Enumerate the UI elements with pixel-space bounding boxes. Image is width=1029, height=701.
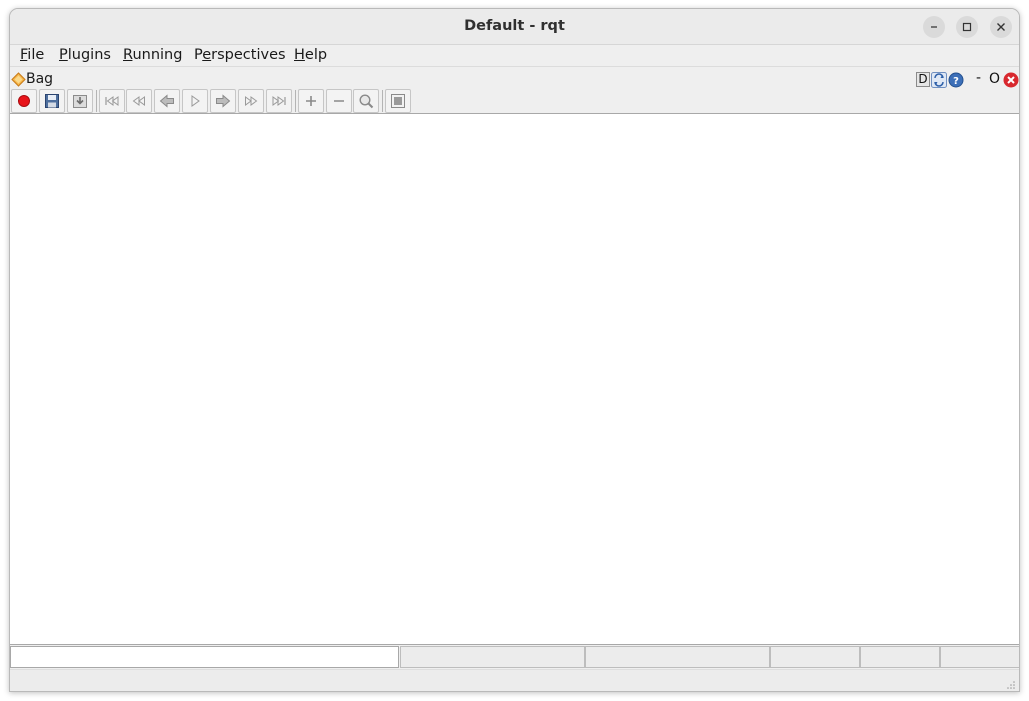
menu-help-label: elp <box>304 47 328 63</box>
menu-bar: File Plugins Running Perspectives Help <box>10 45 1019 67</box>
status-text-field[interactable] <box>10 646 399 668</box>
reload-icon[interactable] <box>931 72 947 88</box>
resize-grip-icon[interactable] <box>1006 680 1016 690</box>
zoom-in-button[interactable] <box>298 89 324 113</box>
menu-running[interactable]: Running <box>123 47 182 63</box>
float-plugin-button[interactable]: O <box>989 71 1000 87</box>
timeline-canvas[interactable] <box>10 113 1019 645</box>
plugin-title: Bag <box>26 71 54 87</box>
menu-help-mnemonic: H <box>294 47 305 63</box>
zoom-in-icon <box>306 96 316 106</box>
menu-plugins-label: lugins <box>67 47 111 63</box>
minimize-icon <box>931 26 937 28</box>
fast-forward-button[interactable] <box>238 89 264 113</box>
plugin-title-bar[interactable]: Bag D ? - O <box>10 68 1019 90</box>
svg-text:?: ? <box>953 76 959 87</box>
minimize-window-button[interactable] <box>923 16 945 38</box>
status-cell <box>860 646 940 668</box>
window-title: Default - rqt <box>464 18 565 34</box>
toolbar-separator <box>382 90 383 112</box>
close-plugin-icon[interactable] <box>1003 72 1019 88</box>
record-button[interactable] <box>11 89 37 113</box>
maximize-window-button[interactable] <box>956 16 978 38</box>
menu-help[interactable]: Help <box>294 47 327 63</box>
jump-begin-icon <box>105 96 119 106</box>
prev-icon <box>159 94 174 108</box>
fast-forward-icon <box>245 96 258 106</box>
menu-perspectives-mnemonic: e <box>202 47 212 63</box>
zoom-fit-icon <box>359 94 374 109</box>
rqt-window: Default - rqt File Plugins Running Persp… <box>9 8 1020 692</box>
load-icon <box>73 95 87 108</box>
zoom-out-icon <box>334 100 344 102</box>
bottom-bar <box>10 669 1019 691</box>
menu-perspectives[interactable]: Perspectives <box>194 47 286 63</box>
menu-file-label: ile <box>27 47 45 63</box>
prev-button[interactable] <box>154 89 180 113</box>
menu-perspectives-lead: P <box>194 47 203 63</box>
status-cell <box>770 646 860 668</box>
menu-file[interactable]: File <box>20 47 44 63</box>
bag-toolbar <box>10 89 1019 113</box>
dock-button[interactable]: D <box>916 72 930 87</box>
next-button[interactable] <box>210 89 236 113</box>
save-icon <box>45 94 59 108</box>
jump-end-button[interactable] <box>266 89 292 113</box>
status-bar <box>10 645 1019 669</box>
menu-running-label: unning <box>132 47 183 63</box>
status-cell <box>585 646 770 668</box>
help-icon[interactable]: ? <box>948 72 964 88</box>
load-button[interactable] <box>67 89 93 113</box>
menu-perspectives-label: rspectives <box>211 47 286 63</box>
maximize-icon <box>962 22 972 32</box>
jump-begin-button[interactable] <box>99 89 125 113</box>
thumbnails-icon <box>391 94 405 108</box>
bag-icon <box>11 72 26 87</box>
play-icon <box>191 95 200 107</box>
next-icon <box>216 94 231 108</box>
jump-end-icon <box>272 96 286 106</box>
save-button[interactable] <box>39 89 65 113</box>
toolbar-separator <box>96 90 97 112</box>
menu-plugins-mnemonic: P <box>59 47 68 63</box>
record-icon <box>18 95 30 107</box>
zoom-fit-button[interactable] <box>353 89 379 113</box>
status-cell <box>400 646 585 668</box>
status-cell <box>940 646 1019 668</box>
minimize-plugin-button[interactable]: - <box>976 70 981 86</box>
thumbnails-button[interactable] <box>385 89 411 113</box>
close-window-button[interactable] <box>990 16 1012 38</box>
rewind-button[interactable] <box>126 89 152 113</box>
rewind-icon <box>132 96 145 106</box>
toolbar-separator <box>295 90 296 112</box>
play-button[interactable] <box>182 89 208 113</box>
zoom-out-button[interactable] <box>326 89 352 113</box>
title-bar[interactable]: Default - rqt <box>10 9 1019 45</box>
menu-plugins[interactable]: Plugins <box>59 47 111 63</box>
close-icon <box>997 23 1005 31</box>
